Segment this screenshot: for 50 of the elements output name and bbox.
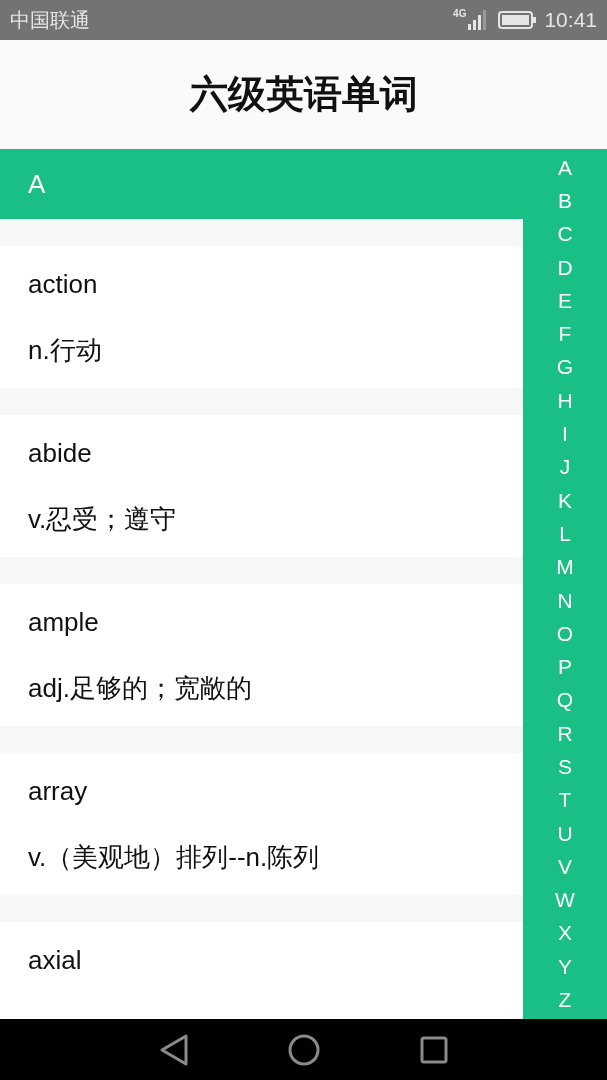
index-letter[interactable]: V — [558, 854, 572, 879]
carrier-name: 中国联通 — [10, 8, 90, 33]
back-icon[interactable] — [159, 1033, 188, 1066]
word-meaning: v.忍受；遵守 — [28, 503, 178, 535]
index-letter[interactable]: F — [558, 322, 572, 347]
index-letter[interactable]: N — [557, 588, 573, 613]
network-type: 4G — [453, 7, 467, 21]
index-letter[interactable]: A — [558, 155, 572, 180]
index-letter[interactable]: B — [558, 188, 572, 213]
index-letter[interactable]: P — [558, 655, 572, 680]
index-letter[interactable]: J — [559, 455, 571, 480]
signal-icon — [468, 10, 489, 30]
clock: 10:41 — [544, 7, 597, 34]
index-letter[interactable]: M — [556, 555, 574, 580]
word-text: abide — [28, 437, 93, 469]
index-letter[interactable]: U — [557, 821, 573, 846]
index-letter[interactable]: Q — [556, 688, 574, 713]
index-letter[interactable]: R — [557, 721, 573, 746]
index-letter[interactable]: I — [562, 422, 568, 446]
index-letter[interactable]: O — [556, 621, 574, 646]
index-letter[interactable]: W — [555, 888, 575, 913]
page-title: 六级英语单词 — [189, 72, 418, 117]
word-card[interactable]: abide v.忍受；遵守 — [0, 415, 523, 557]
index-letter[interactable]: S — [558, 755, 572, 779]
word-text: axial — [28, 944, 83, 976]
word-text: action — [28, 268, 99, 300]
home-icon[interactable] — [287, 1033, 320, 1066]
word-card[interactable]: action n.行动 — [0, 246, 523, 388]
section-letter: A — [28, 167, 46, 201]
index-letter[interactable]: Y — [558, 954, 572, 979]
index-letter[interactable]: D — [557, 255, 573, 280]
index-letter[interactable]: H — [557, 388, 573, 413]
index-letter[interactable]: E — [558, 288, 572, 313]
index-letter[interactable]: X — [558, 921, 572, 946]
word-meaning: v.（美观地）排列--n.陈列 — [28, 841, 321, 873]
battery-icon — [498, 11, 537, 29]
index-letter[interactable]: G — [556, 355, 574, 380]
index-letter[interactable]: Z — [558, 988, 572, 1013]
index-letter[interactable]: K — [558, 488, 572, 513]
word-text: ample — [28, 606, 100, 638]
word-card[interactable]: ample adj.足够的；宽敞的 — [0, 584, 523, 726]
index-letter[interactable]: C — [557, 222, 573, 247]
index-letter[interactable]: L — [559, 521, 571, 546]
word-meaning: n.行动 — [28, 334, 103, 366]
word-meaning: adj.足够的；宽敞的 — [28, 672, 253, 704]
word-card[interactable]: axial — [0, 922, 523, 1019]
recents-icon[interactable] — [419, 1035, 448, 1064]
word-text: array — [28, 775, 89, 807]
index-letter[interactable]: T — [558, 788, 572, 813]
word-card[interactable]: array v.（美观地）排列--n.陈列 — [0, 753, 523, 895]
